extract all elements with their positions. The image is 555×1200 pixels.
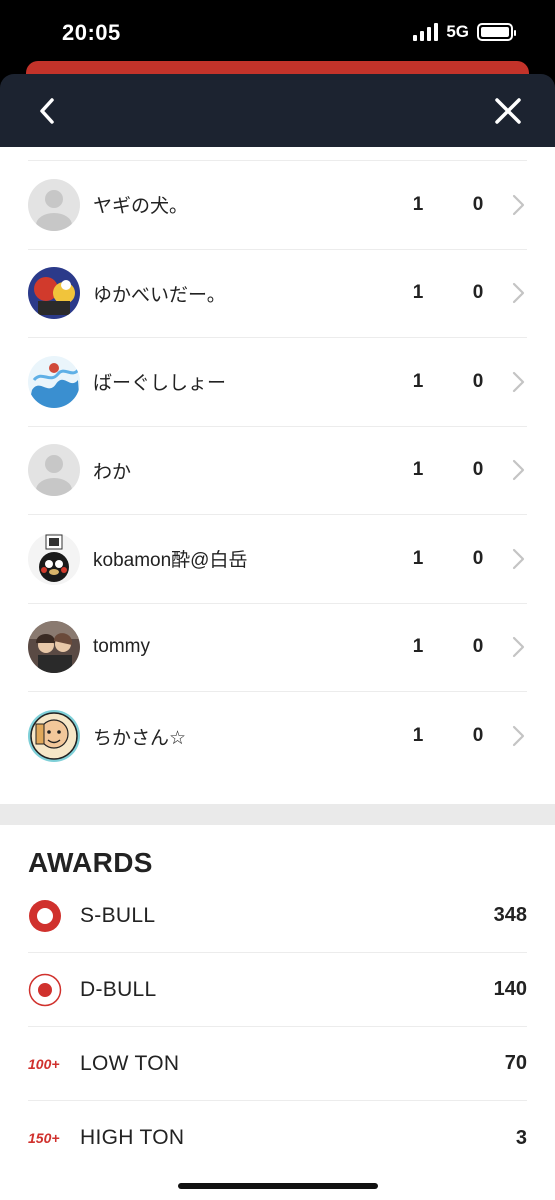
player-name: kobamon酔@白岳 [93,550,248,572]
player-stat-1: 1 [412,370,424,392]
player-row[interactable]: ヤギの犬。 1 0 [28,161,527,250]
award-value: 348 [493,904,527,926]
player-name: ゆかべいだー。 [93,284,226,306]
low-ton-badge: 100+ [28,1055,60,1072]
award-label: D-BULL [80,977,157,1001]
chevron-right-icon [512,283,525,304]
player-row[interactable]: ゆかべいだー。 1 0 [28,250,527,338]
player-stat-2: 0 [472,547,484,569]
player-stat-2: 0 [472,282,484,304]
player-name: ヤギの犬。 [93,196,189,218]
high-ton-badge: 150+ [28,1130,60,1146]
home-indicator[interactable] [178,1183,378,1189]
player-stat-1: 1 [412,547,424,569]
photo-avatar [28,710,80,763]
photo-avatar [28,355,80,408]
player-stat-1: 1 [412,193,424,215]
award-row: 150+ HIGH TON 3 [28,1101,527,1175]
player-list: ヤギの犬。 1 0 ゆかべいだー。 1 0 ばーぐししょー 1 0 わか 1 0… [0,161,555,781]
chevron-right-icon [512,371,525,392]
chevron-right-icon [512,460,525,481]
battery-icon [477,23,516,41]
close-icon [495,97,521,124]
status-time: 20:05 [62,20,121,45]
chevron-right-icon [512,637,525,658]
s-bull-icon [28,899,62,933]
back-button[interactable] [12,74,82,147]
section-separator [0,804,555,825]
player-stat-1: 1 [412,636,424,658]
player-row[interactable]: わか 1 0 [28,427,527,515]
status-bar: 20:05 5G [0,0,555,66]
award-label: S-BULL [80,903,156,927]
photo-avatar [28,532,80,585]
chevron-left-icon [40,97,54,124]
player-row[interactable]: ばーぐししょー 1 0 [28,338,527,427]
photo-avatar [28,621,80,674]
player-stat-1: 1 [412,725,424,747]
awards-title: AWARDS [28,847,153,878]
award-value: 3 [515,1126,527,1149]
player-stat-2: 0 [472,459,484,481]
player-row[interactable]: ちかさん☆ 1 0 [28,692,527,781]
player-stat-1: 1 [412,282,424,304]
chevron-right-icon [512,194,525,215]
signal-icon [413,23,439,41]
player-stat-2: 0 [472,370,484,392]
player-name: ばーぐししょー [93,373,227,395]
photo-avatar [28,267,80,320]
d-bull-icon [28,973,62,1007]
player-stat-2: 0 [472,636,484,658]
player-name: ちかさん☆ [93,727,187,749]
default-avatar-icon [28,444,80,497]
award-row: D-BULL 140 [28,953,527,1027]
player-row[interactable]: kobamon酔@白岳 1 0 [28,515,527,604]
award-value: 70 [504,1052,527,1074]
award-label: LOW TON [80,1051,180,1075]
modal-content: ヤギの犬。 1 0 ゆかべいだー。 1 0 ばーぐししょー 1 0 わか 1 0… [0,147,555,1200]
chevron-right-icon [512,548,525,569]
player-name: わか [93,461,132,483]
award-label: HIGH TON [80,1126,185,1149]
player-stat-2: 0 [472,193,484,215]
modal-header [0,74,555,147]
default-avatar-icon [28,178,80,231]
chevron-right-icon [512,726,525,747]
status-indicators: 5G [413,22,516,42]
awards-list: S-BULL 348 D-BULL 140 100+ LOW TON 70 15… [28,879,527,1175]
player-stat-2: 0 [472,725,484,747]
player-name: tommy [93,636,150,658]
award-row: S-BULL 348 [28,879,527,953]
award-row: 100+ LOW TON 70 [28,1027,527,1101]
player-row[interactable]: tommy 1 0 [28,604,527,692]
close-button[interactable] [473,74,543,147]
network-label: 5G [446,22,469,41]
player-stat-1: 1 [412,459,424,481]
award-value: 140 [493,978,527,1000]
